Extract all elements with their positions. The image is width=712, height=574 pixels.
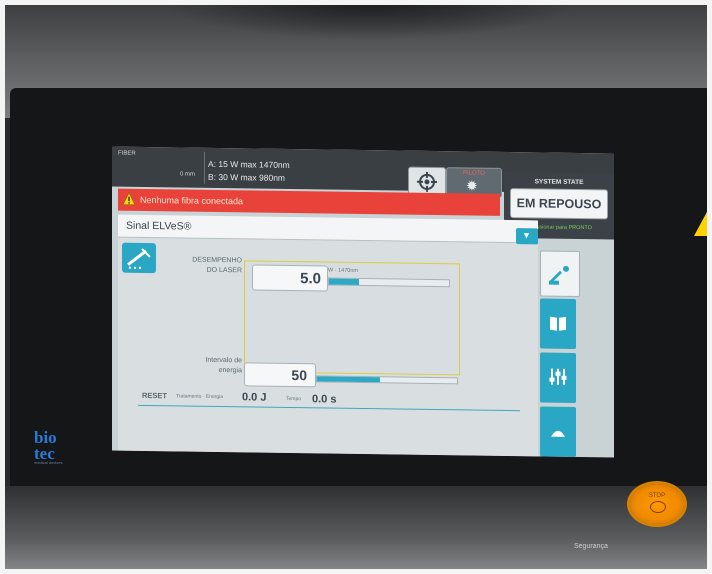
signal-dropdown-button[interactable]: ▼ [516, 228, 538, 245]
stop-icon [650, 501, 666, 513]
handpiece-settings-icon [549, 265, 569, 285]
energy-interval-label: Intervalo de energia [205, 356, 242, 375]
laser-spec-a: A: 15 W max 1470nm [208, 158, 290, 170]
signal-label: Sinal ELVeS® [126, 219, 192, 233]
system-state-status: EM REPOUSO [516, 196, 602, 212]
alert-text: Nenhuma fibra conectada [140, 194, 244, 207]
time-label: Tempo [286, 395, 302, 403]
power-value: 5.0 [300, 270, 321, 288]
handpiece-settings-button[interactable] [540, 250, 580, 298]
alert-banner: Nenhuma fibra conectada [118, 188, 500, 216]
power-slider-fill [329, 278, 359, 285]
device-bottom-casing [0, 486, 712, 574]
manual-button[interactable] [540, 298, 576, 349]
laser-performance-label: DESEMPENHO DO LASER [192, 256, 242, 275]
power-unit: W · 1470nm [328, 267, 358, 274]
energy-value: 50 [291, 367, 307, 384]
reset-button[interactable]: RESET [142, 391, 167, 400]
energy-slider-fill [317, 376, 380, 383]
counter-label: Tratamento · Energia [176, 393, 224, 401]
laser-handpiece-icon[interactable] [122, 242, 156, 274]
counter-value: 0.0 J [242, 391, 267, 404]
laser-spec-b: B: 30 W max 980nm [208, 171, 286, 183]
sliders-icon [549, 368, 567, 385]
signal-selector[interactable]: Sinal ELVeS® [118, 214, 538, 244]
crosshair-icon [417, 171, 437, 192]
power-slider[interactable] [328, 277, 450, 288]
warning-sticker-icon [694, 210, 712, 236]
power-field[interactable]: 5.0 [252, 264, 328, 292]
emergency-stop-button[interactable]: STOP [630, 484, 684, 524]
logo-text: bio tec [34, 428, 57, 463]
treatment-icon [551, 430, 565, 437]
fiber-value: 0 mm [180, 171, 195, 178]
treatment-button[interactable] [540, 406, 576, 457]
stop-label: STOP [648, 493, 666, 499]
manual-book-icon [550, 316, 566, 331]
warning-triangle-icon [122, 191, 136, 206]
energy-field[interactable]: 50 [244, 362, 316, 388]
chevron-down-icon: ▼ [522, 230, 531, 241]
divider [204, 151, 205, 184]
settings-sliders-button[interactable] [540, 352, 576, 403]
gear-icon: ✹ [466, 177, 478, 194]
bottom-label: Segurança [574, 543, 608, 550]
fiber-label: FIBER [118, 150, 136, 157]
cable-shadow [160, 0, 580, 40]
system-state-button[interactable]: EM REPOUSO [510, 188, 608, 220]
touch-screen: FIBER 0 mm A: 15 W max 1470nm B: 30 W ma… [112, 146, 614, 458]
time-value: 0.0 s [312, 393, 337, 406]
logo-subtitle: medical devices [34, 460, 63, 465]
system-state-title: SYSTEM STATE [534, 178, 584, 187]
pilot-label: PILOTO [463, 170, 485, 177]
handpiece-glyph [127, 248, 151, 270]
